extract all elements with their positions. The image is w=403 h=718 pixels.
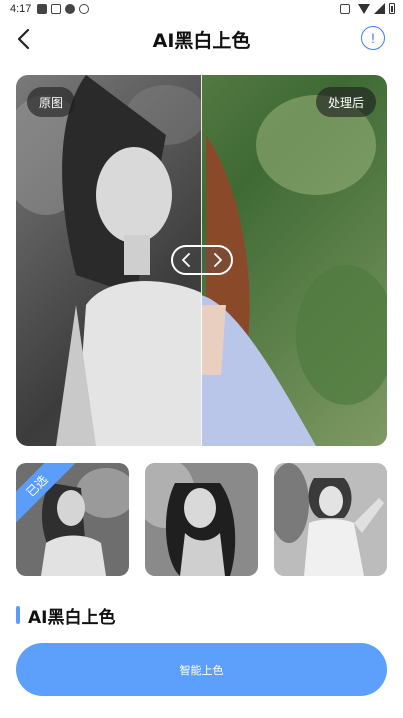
sample-thumbnail[interactable]: [274, 463, 387, 576]
status-time: 4:17: [10, 3, 32, 15]
sample-thumbnails: 已选: [16, 463, 387, 576]
sample-thumbnail[interactable]: 已选: [16, 463, 129, 576]
before-after-comparison[interactable]: 原图 处理后: [16, 75, 387, 446]
wifi-icon: [358, 3, 370, 14]
battery-icon: [389, 3, 395, 14]
status-right-icons: [340, 3, 395, 14]
original-tag: 原图: [27, 87, 76, 117]
comparison-slider-handle[interactable]: [171, 245, 233, 275]
info-button[interactable]: !: [361, 26, 385, 50]
vibrate-icon: [340, 3, 350, 14]
status-bar: 4:17: [0, 0, 403, 18]
smart-colorize-button[interactable]: 智能上色: [16, 643, 387, 696]
app-icon: [37, 4, 48, 14]
photo-icon: [51, 4, 62, 14]
section-accent-bar: [16, 606, 20, 624]
top-app-bar: AI黑白上色 !: [0, 18, 403, 60]
processed-tag: 处理后: [315, 87, 376, 117]
sample-photo: [145, 463, 258, 576]
sample-thumbnail[interactable]: [145, 463, 258, 576]
section-title: AI黑白上色: [28, 607, 116, 628]
page-title: AI黑白上色: [152, 30, 251, 52]
sample-photo: [274, 463, 387, 576]
chevron-right-icon: [214, 253, 222, 267]
section-heading: AI黑白上色: [16, 604, 116, 628]
chat-icon: [65, 4, 76, 14]
signal-icon: [374, 3, 385, 14]
notification-icon: [79, 4, 90, 14]
info-icon: !: [371, 30, 375, 46]
chevron-left-icon: [182, 253, 190, 267]
